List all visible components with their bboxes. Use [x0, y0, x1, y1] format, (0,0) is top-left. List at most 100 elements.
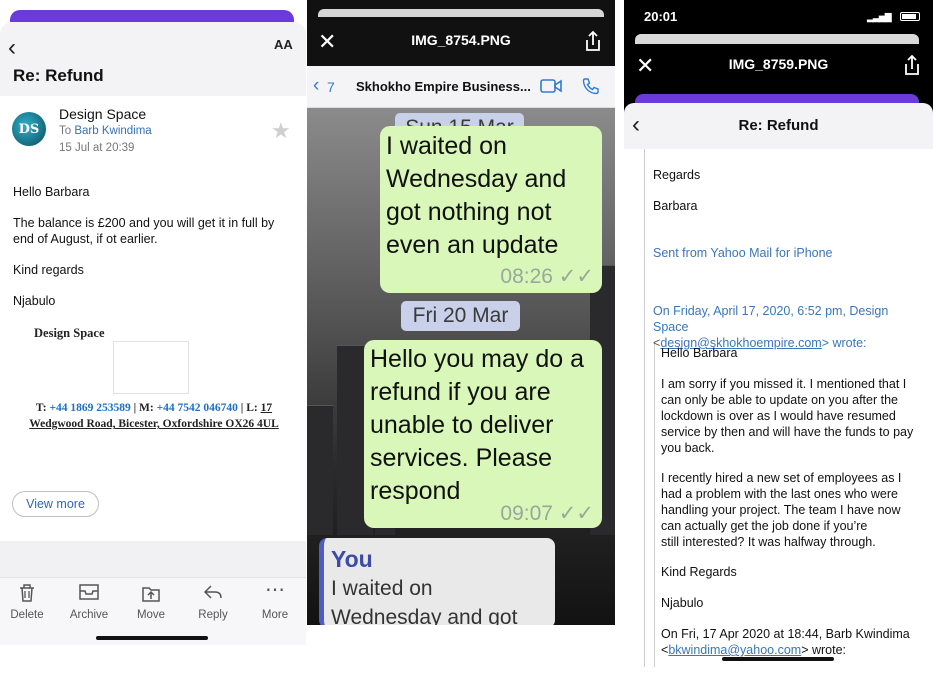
unread-count[interactable]: 7	[327, 79, 335, 95]
location-label: | L:	[240, 402, 258, 414]
quote-line: had a problem with the last ones who wer…	[661, 487, 898, 501]
quote-line: can only be able to update on you after …	[661, 393, 898, 407]
mail-subject: Re: Refund	[13, 66, 104, 85]
move-button[interactable]: Move	[121, 583, 181, 621]
quote-line: still interested? It was halfway through…	[661, 535, 876, 549]
message-time: 09:07 ✓✓	[500, 497, 594, 530]
mail-header: ‹ Re: Refund	[624, 103, 933, 149]
regards-text: Regards	[653, 168, 701, 182]
message-line: services. Please	[370, 444, 553, 472]
image-title: IMG_8754.PNG	[411, 32, 511, 48]
address-link[interactable]: Wedgwood Road, Bicester, Oxfordshire OX2…	[29, 418, 279, 430]
chat-header: ‹ 7 Skhokho Empire Business...	[307, 66, 615, 108]
quote-line: you back.	[661, 441, 715, 455]
signature-company: Design Space	[34, 326, 105, 340]
reply-icon	[183, 583, 243, 605]
message-line: refund if you are	[370, 378, 551, 406]
reply-label: Reply	[198, 609, 228, 621]
status-time: 20:01	[644, 9, 678, 24]
reply-author: You	[331, 546, 373, 572]
phone-call-icon[interactable]	[582, 77, 600, 95]
chat-image-panel: ✕ IMG_8754.PNG ‹ 7 Skhokho Empire Busine…	[307, 0, 615, 625]
archive-label: Archive	[69, 609, 109, 621]
quote-wrote: > wrote:	[821, 336, 867, 350]
time-text: 08:26	[500, 265, 553, 288]
recipient-name[interactable]: Barb Kwindima	[74, 125, 151, 137]
text-size-button[interactable]: AA	[274, 37, 293, 52]
delete-button[interactable]: Delete	[0, 583, 57, 621]
quote-paragraph: I recently hired a new set of employees …	[661, 470, 931, 550]
quote-wrote: > wrote:	[801, 643, 847, 657]
quote-header-text: On Friday, April 17, 2020, 6:52 pm, Desi…	[653, 304, 889, 334]
quote-line: I am sorry if you missed it. I mentioned…	[661, 377, 907, 391]
mail-image-panel: 20:01 ▂▃▅▇ ✕ IMG_8759.PNG ‹ Re: Refund R…	[624, 0, 933, 667]
home-indicator	[722, 657, 834, 661]
wallpaper-building	[307, 405, 333, 535]
outgoing-message: I waited on Wednesday and got nothing no…	[380, 126, 602, 293]
outgoing-message: Hello you may do a refund if you are una…	[364, 340, 602, 528]
quote-line: handling your project. The team I have n…	[661, 503, 901, 517]
to-prefix: To	[59, 125, 72, 137]
avatar-initials: DS	[18, 121, 40, 137]
back-chevron-icon[interactable]: ‹	[8, 34, 16, 62]
reply-button[interactable]: Reply	[183, 583, 243, 621]
body-signoff: Kind regards	[13, 263, 84, 277]
body-name: Njabulo	[13, 294, 56, 308]
message-line: Wednesday and	[386, 165, 567, 193]
mail-body: Hello Barbara The balance is £200 and yo…	[13, 184, 297, 324]
quote-bar	[644, 149, 645, 667]
chat-name[interactable]: Skhokho Empire Business...	[356, 79, 534, 94]
quote-header-text: On Fri, 17 Apr 2020 at 18:44, Barb Kwind…	[661, 627, 910, 641]
mail-toolbar: Delete Archive Move Reply ⋯ More	[0, 577, 306, 645]
more-label: More	[261, 609, 289, 621]
phone-link[interactable]: +44 1869 253589	[49, 402, 130, 414]
double-check-icon: ✓✓	[558, 502, 594, 525]
quote-line: I recently hired a new set of employees …	[661, 471, 902, 485]
star-icon[interactable]: ★	[271, 118, 291, 144]
sheet-edge	[10, 10, 294, 22]
mobile-link[interactable]: +44 7542 046740	[157, 402, 238, 414]
quote-paragraph: I am sorry if you missed it. I mentioned…	[661, 376, 931, 456]
email-panel: ‹ AA Re: Refund DS Design Space To Barb …	[0, 0, 306, 645]
double-check-icon: ✓✓	[558, 265, 594, 288]
home-indicator	[96, 636, 208, 640]
back-chevron-icon[interactable]: ‹	[313, 75, 319, 97]
message-time: 08:26 ✓✓	[500, 260, 594, 293]
mail-subject: Re: Refund	[738, 117, 819, 134]
quoted-reply-preview[interactable]: You I waited on Wednesday and got	[319, 538, 555, 625]
name-text: Barbara	[653, 199, 698, 213]
recipient-line: To Barb Kwindima	[59, 125, 152, 137]
message-line: even an update	[386, 231, 559, 259]
archive-button[interactable]: Archive	[59, 583, 119, 621]
message-line: unable to deliver	[370, 411, 554, 439]
date-separator: Fri 20 Mar	[401, 301, 520, 331]
quote-header-nested: On Fri, 17 Apr 2020 at 18:44, Barb Kwind…	[661, 627, 910, 657]
quote-header: On Friday, April 17, 2020, 6:52 pm, Desi…	[653, 304, 889, 350]
message-line: I waited on	[386, 132, 507, 160]
quote-line: can actually get the job done if you’re	[661, 519, 868, 533]
quote-greeting: Hello Barbara	[661, 346, 738, 360]
body-paragraph: The balance is £200 and you will get it …	[13, 216, 275, 246]
trash-icon	[0, 583, 57, 605]
quote-bar-nested	[654, 343, 655, 667]
message-line: Hello you may do a	[370, 345, 585, 373]
sent-from-link[interactable]: Sent from Yahoo Mail for iPhone	[653, 245, 833, 261]
share-icon[interactable]	[583, 30, 603, 52]
quote-line: lockdown is over as I would have resumed	[661, 409, 896, 423]
more-button[interactable]: ⋯ More	[245, 580, 305, 621]
share-icon[interactable]	[902, 54, 922, 76]
video-call-icon[interactable]	[540, 78, 562, 94]
quote-email-link[interactable]: bkwindima@yahoo.com	[668, 643, 801, 657]
image-title: IMG_8759.PNG	[728, 56, 829, 72]
time-text: 09:07	[500, 502, 553, 525]
quote-line: service by then and will have the funds …	[661, 425, 914, 439]
view-more-button[interactable]: View more	[12, 491, 99, 517]
mail-date: 15 Jul at 20:39	[59, 142, 135, 154]
divider-band	[0, 541, 306, 577]
quote-name: Njabulo	[661, 596, 704, 610]
mobile-label: | M:	[133, 402, 154, 414]
quote-signoff: Kind Regards	[661, 565, 737, 579]
archive-icon	[59, 583, 119, 605]
address-number[interactable]: 17	[261, 402, 273, 414]
signal-icon: ▂▃▅▇	[867, 12, 892, 22]
